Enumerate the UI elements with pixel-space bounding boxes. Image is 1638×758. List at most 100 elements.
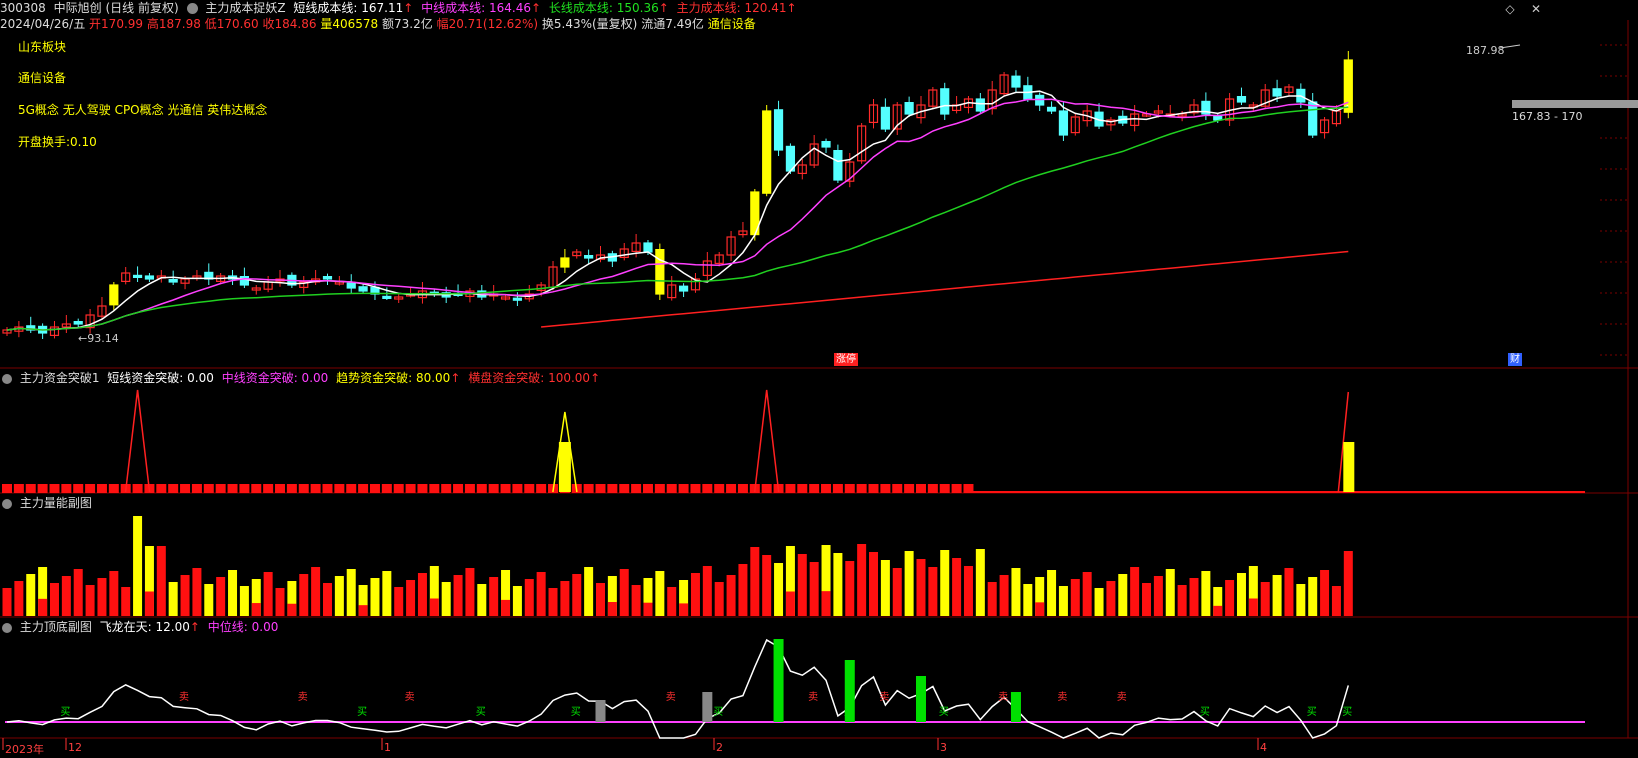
volume-bar	[1165, 569, 1175, 616]
stock-name: 中际旭创	[53, 1, 102, 15]
volume-bar	[239, 586, 249, 616]
volume-bar	[1082, 572, 1092, 616]
volume-bar	[97, 578, 107, 616]
candle-body	[1272, 88, 1282, 97]
breakout-block	[322, 484, 333, 493]
signal-bar	[702, 692, 713, 722]
arrow-icon: ↑	[590, 371, 601, 385]
breakout-block	[939, 484, 950, 493]
x-axis-label: 1	[384, 741, 391, 754]
volume-bar	[963, 566, 973, 616]
volume-bar-inner	[1213, 605, 1223, 616]
breakout-block	[856, 484, 867, 493]
breakout-block	[761, 484, 772, 493]
breakout-block	[785, 484, 796, 493]
limit-up-marker[interactable]: 涨停	[834, 353, 858, 366]
volume-bar	[299, 574, 309, 616]
volume-bar	[667, 587, 677, 616]
right-range-label: 167.83 - 170	[1512, 110, 1583, 123]
sell-signal: 卖	[298, 691, 308, 703]
candle-body	[1011, 75, 1021, 88]
candle-body	[132, 274, 143, 278]
close-icon[interactable]: ✕	[1530, 2, 1542, 16]
x-axis-label: 4	[1260, 741, 1267, 754]
sell-signal: 卖	[666, 691, 676, 703]
volume-bar-inner	[1248, 598, 1258, 616]
volume-bar	[892, 568, 902, 616]
volume-bar	[797, 554, 807, 616]
volume-bar	[560, 581, 570, 616]
trend-bar	[558, 442, 571, 492]
panel2-title[interactable]: 主力资金突破1	[20, 371, 100, 385]
sell-signal: 卖	[1117, 691, 1127, 703]
breakout-block	[168, 484, 179, 493]
breakout-block	[286, 484, 297, 493]
breakout-block	[441, 484, 452, 493]
quote-float: 流通7.49亿	[641, 17, 704, 31]
volume-bar	[1153, 576, 1163, 616]
volume-bar	[596, 583, 605, 616]
candle-body	[1058, 110, 1069, 136]
volume-bar	[904, 551, 914, 616]
candle-body	[168, 279, 178, 283]
volume-bar	[1236, 573, 1246, 616]
breakout-block	[714, 484, 725, 493]
panel3-title[interactable]: 主力量能副图	[20, 496, 92, 510]
breakout-block	[227, 484, 238, 493]
volume-bar	[726, 575, 736, 616]
candle-body	[940, 88, 950, 115]
volume-bar	[1284, 568, 1294, 616]
volume-bar	[845, 561, 855, 616]
volume-bar	[1189, 578, 1199, 616]
volume-bar-inner	[501, 599, 511, 616]
signal-bar	[1010, 692, 1021, 722]
breakout-block	[85, 484, 96, 493]
candle-body	[584, 255, 594, 259]
high-price-label: 187.98	[1466, 44, 1505, 57]
breakout-block	[654, 484, 665, 493]
sector-label: 山东板块	[18, 40, 67, 54]
volume-bar	[809, 562, 819, 616]
settings-icon[interactable]	[2, 373, 12, 384]
dragon-line	[6, 638, 1350, 739]
arrow-icon: ↑	[531, 1, 542, 15]
indicator-name[interactable]: 主力成本捉妖Z	[205, 1, 285, 15]
settings-icon[interactable]	[2, 622, 12, 633]
volume-bar	[524, 579, 534, 616]
breakout-block	[524, 484, 535, 493]
candle-body	[975, 98, 985, 112]
breakout-block	[464, 484, 475, 493]
open-turnover-label: 开盘换手:0.10	[18, 135, 97, 149]
volume-bar	[61, 576, 71, 616]
volume-bar	[1094, 588, 1104, 616]
breakout-block	[500, 484, 511, 493]
x-axis-label: 2	[716, 741, 723, 754]
buy-signal: 买	[844, 706, 854, 718]
breakout-block	[868, 484, 879, 493]
panel4-title[interactable]: 主力顶底副图	[20, 620, 92, 634]
settings-icon[interactable]	[186, 3, 198, 14]
volume-bar	[940, 550, 950, 616]
candle-body	[239, 276, 249, 286]
buy-signal: 买	[1342, 706, 1352, 718]
volume-bar	[477, 584, 487, 616]
volume-bar	[180, 575, 190, 616]
trend-bar	[1343, 442, 1355, 492]
volume-bar	[453, 575, 463, 616]
candle-body	[1308, 101, 1318, 136]
volume-bar	[869, 552, 879, 616]
period-label[interactable]: (日线 前复权)	[105, 1, 178, 15]
breakout-block	[108, 484, 119, 493]
arrow-icon: ↑	[450, 371, 461, 385]
volume-bar	[1023, 584, 1033, 616]
finance-marker[interactable]: 财	[1508, 353, 1522, 366]
settings-icon[interactable]	[2, 498, 12, 509]
breakout-block	[536, 484, 547, 493]
volume-bar	[370, 578, 380, 616]
breakout-block	[880, 484, 891, 493]
breakout-block	[156, 484, 167, 493]
volume-bar	[346, 569, 356, 616]
diamond-icon[interactable]: ◇	[1504, 2, 1516, 16]
breakout-block	[583, 484, 594, 493]
breakout-block	[13, 484, 24, 493]
